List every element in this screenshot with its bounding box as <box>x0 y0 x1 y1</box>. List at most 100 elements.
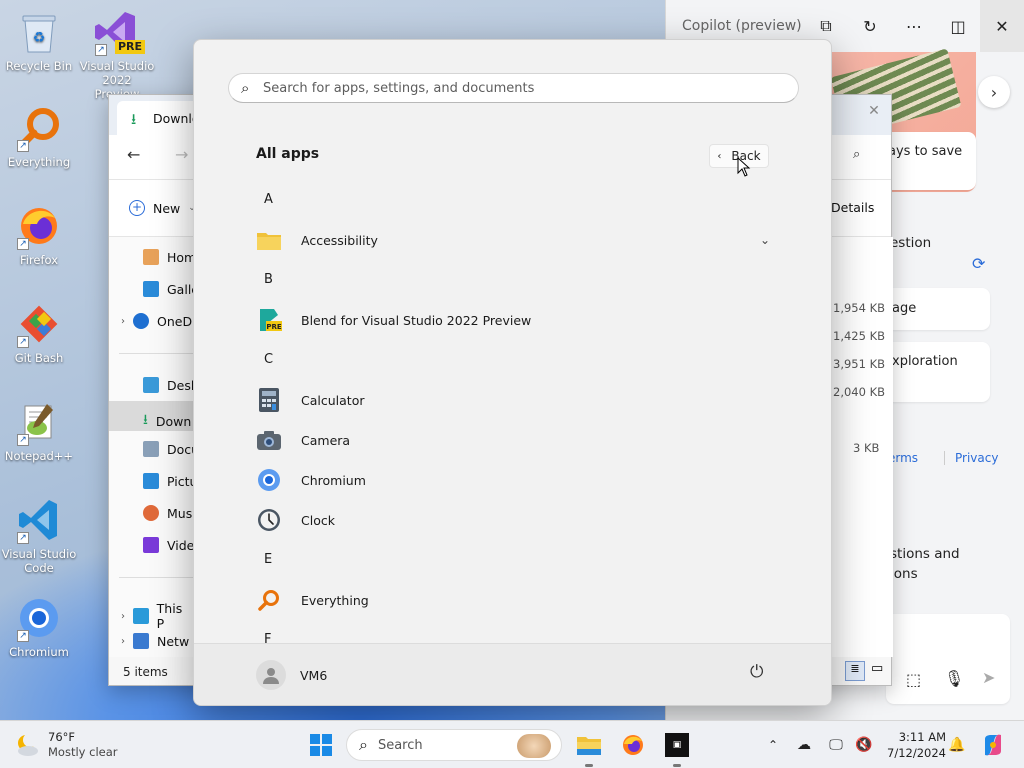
firefox-icon <box>623 735 643 755</box>
app-accessibility[interactable]: Accessibility ⌄ <box>256 222 776 258</box>
privacy-link[interactable]: Privacy <box>944 451 998 465</box>
svg-text:♻: ♻ <box>33 30 46 46</box>
file-size-3: 3,951 KB <box>833 357 886 371</box>
copilot-item-1: estion <box>890 235 932 251</box>
desktop-icon-everything[interactable]: ↗ Everything <box>1 104 77 169</box>
desktop-icon-visual-studio-preview[interactable]: PRE ↗ Visual Studio 2022 Preview <box>79 8 155 101</box>
user-icon <box>263 668 279 684</box>
onedrive-status-icon[interactable]: ☁ <box>792 729 816 761</box>
chevron-down-icon[interactable]: ⌄ <box>760 233 770 247</box>
explorer-search-icon[interactable]: ⌕ <box>853 147 860 162</box>
visual-studio-preview-icon: PRE ↗ <box>93 8 145 56</box>
send-icon[interactable]: ➤ <box>982 668 995 687</box>
taskbar-search-box[interactable]: ⌕ Search <box>346 729 562 761</box>
recycle-bin-icon: ♻ <box>15 8 63 56</box>
notification-bell-icon[interactable]: 🔔 <box>946 729 968 761</box>
start-footer: VM6 ⏻ <box>194 643 831 705</box>
volume-icon[interactable]: 🔇 <box>852 729 876 761</box>
desktop-icon-notepad-plus-plus[interactable]: ↗ Notepad++ <box>1 398 77 463</box>
taskbar-file-explorer[interactable] <box>572 729 606 767</box>
start-button[interactable] <box>304 729 338 761</box>
back-arrow-icon[interactable]: ← <box>127 145 140 164</box>
file-size-5: 3 KB <box>853 441 880 455</box>
svg-text:PRE: PRE <box>266 323 282 331</box>
network-icon[interactable]: 🖵 <box>824 729 848 761</box>
copilot-item-3-card[interactable]: xploration <box>886 342 990 402</box>
download-icon: ⭳ <box>143 412 148 428</box>
nav-item-network[interactable]: › Netw <box>121 633 189 649</box>
preview-badge: PRE <box>114 40 145 54</box>
screenshot-icon[interactable]: ⬚ <box>906 670 921 689</box>
refresh-icon[interactable]: ↻ <box>848 0 892 52</box>
chevron-up-icon[interactable]: ⌃ <box>762 729 784 761</box>
desktop-icon-recycle-bin[interactable]: ♻ Recycle Bin <box>1 8 77 73</box>
dock-panel-icon[interactable]: ◫ <box>936 0 980 52</box>
videos-icon <box>143 537 159 553</box>
app-clock[interactable]: Clock <box>256 502 776 538</box>
onedrive-icon <box>133 313 149 329</box>
desktop-icon-git-bash[interactable]: ↗ Git Bash <box>1 300 77 365</box>
folder-icon <box>256 227 282 253</box>
app-camera[interactable]: Camera <box>256 422 776 458</box>
desktop-icon-firefox[interactable]: ↗ Firefox <box>1 202 77 267</box>
app-icon: ▣ <box>665 733 689 757</box>
desktop-icon-vscode[interactable]: ↗ Visual Studio Code <box>1 496 77 575</box>
explorer-close-icon[interactable]: ✕ <box>859 99 889 123</box>
nav-item-downloads[interactable]: ⭳ Down <box>143 409 191 433</box>
chevron-right-icon: › <box>121 610 125 622</box>
user-name[interactable]: VM6 <box>300 668 327 683</box>
shortcut-arrow-icon: ↗ <box>17 336 29 348</box>
weather-temp: 76°F <box>48 730 75 744</box>
details-button[interactable]: Details <box>831 200 874 215</box>
nav-item-documents[interactable]: Docu <box>143 441 199 457</box>
weather-widget[interactable]: 76°F Mostly clear <box>14 729 124 761</box>
copilot-item-2-card[interactable]: age <box>886 288 990 330</box>
chat-input-box[interactable]: ⬚ 🎙 ➤ <box>886 614 1010 704</box>
copilot-icon <box>985 734 1001 756</box>
shortcut-arrow-icon: ↗ <box>17 630 29 642</box>
nav-item-this-pc[interactable]: › This P <box>121 601 193 631</box>
letter-header-b[interactable]: B <box>264 272 273 287</box>
refresh-suggestions-icon[interactable]: ⟳ <box>972 254 985 273</box>
letter-header-c[interactable]: C <box>264 352 273 367</box>
clock-icon <box>256 507 282 533</box>
notepad-plus-plus-icon: ↗ <box>15 398 63 446</box>
plus-icon: + <box>129 200 145 216</box>
search-icon: ⌕ <box>241 79 250 97</box>
more-options-icon[interactable]: ⋯ <box>892 0 936 52</box>
everything-icon <box>256 587 282 613</box>
desktop-icon-chromium[interactable]: ↗ Chromium <box>1 594 77 659</box>
microphone-icon[interactable]: 🎙 <box>944 669 964 688</box>
shortcut-arrow-icon: ↗ <box>17 140 29 152</box>
user-avatar[interactable] <box>256 660 286 690</box>
mouse-cursor-icon <box>737 157 751 177</box>
chromium-icon: ↗ <box>15 594 63 642</box>
start-search-input[interactable]: ⌕ Search for apps, settings, and documen… <box>228 73 799 103</box>
new-button[interactable]: + New ⌄ <box>129 200 196 216</box>
everything-icon: ↗ <box>15 104 63 152</box>
file-size-2: 1,425 KB <box>833 329 886 343</box>
close-icon[interactable]: ✕ <box>980 0 1024 52</box>
app-blend[interactable]: PRE Blend for Visual Studio 2022 Preview <box>256 302 776 338</box>
app-chromium[interactable]: Chromium <box>256 462 776 498</box>
folder-icon <box>577 737 601 755</box>
letter-header-e[interactable]: E <box>264 552 272 567</box>
app-calculator[interactable]: Calculator <box>256 382 776 418</box>
taskbar: 76°F Mostly clear ⌕ Search ▣ ⌃ ☁ 🖵 🔇 3:1… <box>0 720 1024 768</box>
forward-arrow-icon[interactable]: → <box>175 145 188 164</box>
clock-area[interactable]: 3:11 AM 7/12/2024 <box>880 729 946 761</box>
weather-desc: Mostly clear <box>48 745 118 759</box>
taskbar-terminal-app[interactable]: ▣ <box>660 729 694 767</box>
tiles-view-icon[interactable]: ▭ <box>871 661 883 676</box>
app-everything[interactable]: Everything <box>256 582 776 618</box>
carousel-next-icon[interactable]: › <box>978 76 1010 108</box>
letter-header-a[interactable]: A <box>264 192 273 207</box>
windows-logo-icon <box>310 734 332 756</box>
details-view-icon[interactable]: ≣ <box>845 661 865 681</box>
copilot-taskbar-button[interactable] <box>978 729 1008 761</box>
nav-item-onedrive[interactable]: › OneD <box>121 313 192 329</box>
this-pc-icon <box>133 608 149 624</box>
vscode-icon: ↗ <box>15 496 63 544</box>
power-icon[interactable]: ⏻ <box>750 662 763 682</box>
taskbar-firefox[interactable] <box>616 729 650 761</box>
